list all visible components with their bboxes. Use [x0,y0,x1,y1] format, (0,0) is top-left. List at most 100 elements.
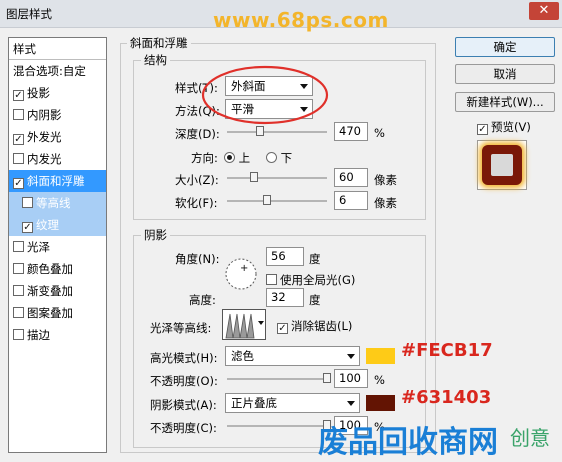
cancel-button[interactable]: 取消 [455,64,555,84]
size-unit: 像素 [374,173,397,187]
highlight-hex-annotation: #FECB17 [401,340,493,361]
soften-label: 软化(F): [175,196,218,210]
altitude-input[interactable]: 32 [266,288,304,307]
size-input[interactable]: 60 [334,168,368,187]
contour-dropdown-arrow-icon [258,321,264,325]
style-item[interactable]: ✓ 投影 [9,82,106,104]
global-light-option[interactable]: 使用全局光(G) [266,272,355,288]
preview-option[interactable]: ✓ 预览(V) [477,119,531,135]
style-item-checkbox[interactable]: ✓ [13,178,24,189]
style-item-checkbox[interactable] [13,285,24,296]
style-item-label: 图案叠加 [27,306,73,320]
style-item-checkbox[interactable] [13,329,24,340]
new-style-button[interactable]: 新建样式(W)... [455,92,555,112]
angle-label: 角度(N): [175,252,220,266]
style-item-checkbox[interactable] [13,153,24,164]
angle-unit: 度 [309,252,321,266]
highlight-opacity-slider[interactable] [227,378,327,380]
angle-dial-icon[interactable]: + [223,256,259,292]
style-item-label: 等高线 [36,196,71,210]
preview-checkbox[interactable]: ✓ [477,124,488,135]
shadow-mode-select[interactable]: 正片叠底 [225,393,360,413]
direction-up-radio[interactable] [224,152,235,163]
style-item-label: 描边 [27,328,50,342]
shadow-mode-label: 阴影模式(A): [150,398,217,412]
style-item-label: 渐变叠加 [27,284,73,298]
style-item[interactable]: 等高线 [9,192,106,214]
style-item[interactable]: ✓ 外发光 [9,126,106,148]
bevel-emboss-title: 斜面和浮雕 [127,35,191,51]
style-item[interactable]: 图案叠加 [9,302,106,324]
style-item[interactable]: 内阴影 [9,104,106,126]
style-item-label: 斜面和浮雕 [27,174,85,188]
structure-title: 结构 [141,52,170,68]
style-item-label: 颜色叠加 [27,262,73,276]
altitude-label: 高度: [189,293,216,307]
style-item[interactable]: 描边 [9,324,106,346]
style-item[interactable]: 内发光 [9,148,106,170]
style-preview-thumbnail [477,140,527,190]
shadow-hex-annotation: #631403 [401,387,492,408]
style-item[interactable]: 颜色叠加 [9,258,106,280]
soften-input[interactable]: 6 [334,191,368,210]
style-item-label: 外发光 [27,130,62,144]
soften-slider-thumb[interactable] [263,195,271,205]
style-item-checkbox[interactable] [13,109,24,120]
window-title: 图层样式 [6,7,52,21]
style-item-checkbox[interactable]: ✓ [22,222,33,233]
shading-title: 阴影 [141,227,170,243]
direction-down-radio[interactable] [266,152,277,163]
antialias-option[interactable]: ✓ 消除锯齿(L) [277,318,352,334]
depth-slider-thumb[interactable] [256,126,264,136]
soften-unit: 像素 [374,196,397,210]
antialias-checkbox[interactable]: ✓ [277,323,288,334]
contour-preview-icon[interactable] [222,309,266,340]
bottom-watermark-tail: 创意 [510,426,550,450]
styles-list-header: 样式 [9,38,106,60]
style-item-label: 混合选项:自定 [13,64,86,78]
highlight-ellipse [201,65,329,125]
highlight-opacity-unit: % [374,373,385,387]
style-item-checkbox[interactable] [22,197,33,208]
styles-list: 样式 混合选项:自定 ✓ 投影 内阴影 ✓ 外发光 内发光 ✓ 斜面和浮雕 等高线 ✓ 纹理 光泽 颜色叠… [8,37,107,453]
direction-up-option[interactable]: 上 [224,150,250,166]
direction-down-option[interactable]: 下 [266,150,292,166]
style-item[interactable]: 渐变叠加 [9,280,106,302]
highlight-opacity-input[interactable]: 100 [334,369,368,388]
svg-text:+: + [240,263,248,274]
shadow-color-swatch[interactable] [366,395,395,411]
style-item-checkbox[interactable] [13,241,24,252]
style-item-checkbox[interactable]: ✓ [13,90,24,101]
highlight-mode-select[interactable]: 滤色 [225,346,360,366]
ok-button[interactable]: 确定 [455,37,555,57]
depth-unit: % [374,126,385,140]
depth-slider[interactable] [227,131,327,133]
style-item-checkbox[interactable]: ✓ [13,134,24,145]
style-item[interactable]: ✓ 斜面和浮雕 [9,170,106,192]
soften-slider[interactable] [227,200,327,202]
depth-input[interactable]: 470 [334,122,368,141]
bottom-watermark: 废品回收商网 [318,425,498,460]
style-item[interactable]: ✓ 纹理 [9,214,106,236]
gloss-contour-label: 光泽等高线: [150,321,212,335]
shadow-opacity-slider[interactable] [227,425,327,427]
close-icon[interactable]: ✕ [529,2,559,20]
altitude-unit: 度 [309,293,321,307]
angle-input[interactable]: 56 [266,247,304,266]
highlight-color-swatch[interactable] [366,348,395,364]
size-slider-thumb[interactable] [250,172,258,182]
style-item-label: 内发光 [27,152,62,166]
size-slider[interactable] [227,177,327,179]
highlight-mode-label: 高光模式(H): [150,351,218,365]
global-light-checkbox[interactable] [266,274,277,285]
highlight-opacity-slider-thumb[interactable] [323,373,331,383]
shadow-mode-value: 正片叠底 [231,396,277,410]
site-watermark: www.68ps.com [213,8,389,32]
dropdown-arrow-icon [347,354,355,359]
style-item[interactable]: 光泽 [9,236,106,258]
style-item-checkbox[interactable] [13,307,24,318]
style-item[interactable]: 混合选项:自定 [9,60,106,82]
size-label: 大小(Z): [175,173,219,187]
shadow-opacity-label: 不透明度(C): [150,421,217,435]
style-item-checkbox[interactable] [13,263,24,274]
